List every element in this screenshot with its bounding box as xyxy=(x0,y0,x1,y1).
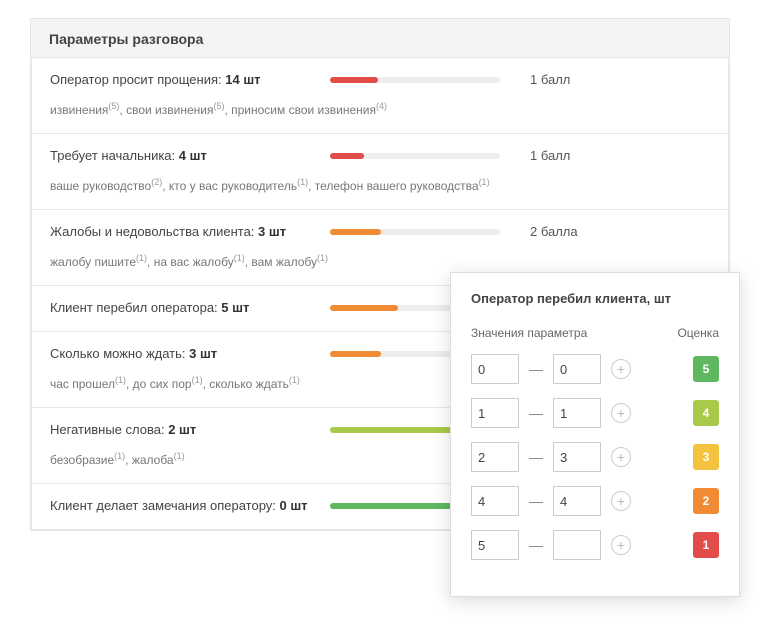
parameter-score: 1 балл xyxy=(530,148,570,163)
bar-fill xyxy=(330,351,381,357)
parameter-label: Требует начальника: 4 шт xyxy=(50,148,330,163)
range-dash: — xyxy=(529,493,543,509)
col-score-label: Оценка xyxy=(677,326,719,340)
detail-count: (1) xyxy=(289,375,300,385)
detail-term: , до сих пор xyxy=(126,377,192,391)
panel-title: Параметры разговора xyxy=(31,19,729,57)
score-row: — +5 xyxy=(471,354,719,384)
parameter-label: Негативные слова: 2 шт xyxy=(50,422,330,437)
range-from-input[interactable] xyxy=(471,442,519,472)
score-row: — +3 xyxy=(471,442,719,472)
range-dash: — xyxy=(529,449,543,465)
bar-fill xyxy=(330,229,381,235)
range-to-input[interactable] xyxy=(553,354,601,384)
detail-term: , кто у вас руководитель xyxy=(162,179,297,193)
score-row: — +1 xyxy=(471,530,719,560)
add-range-button[interactable]: + xyxy=(611,447,631,467)
detail-term: , вам жалобу xyxy=(245,255,317,269)
range-to-input[interactable] xyxy=(553,530,601,560)
range-dash: — xyxy=(529,361,543,377)
detail-count: (4) xyxy=(376,101,387,111)
popup-header: Значения параметра Оценка xyxy=(471,326,719,340)
detail-count: (1) xyxy=(192,375,203,385)
parameter-label: Жалобы и недовольства клиента: 3 шт xyxy=(50,224,330,239)
detail-term: , телефон вашего руководства xyxy=(308,179,478,193)
bar-fill xyxy=(330,77,378,83)
detail-count: (2) xyxy=(151,177,162,187)
score-row: — +2 xyxy=(471,486,719,516)
detail-term: , свои извинения xyxy=(119,103,213,117)
parameter-bar xyxy=(330,153,500,159)
range-to-input[interactable] xyxy=(553,486,601,516)
detail-count: (1) xyxy=(317,253,328,263)
parameter-count: 3 шт xyxy=(258,224,286,239)
detail-count: (1) xyxy=(479,177,490,187)
parameter-count: 2 шт xyxy=(168,422,196,437)
detail-term: ваше руководство xyxy=(50,179,151,193)
add-range-button[interactable]: + xyxy=(611,403,631,423)
detail-term: извинения xyxy=(50,103,108,117)
detail-count: (1) xyxy=(114,451,125,461)
parameter-label: Клиент делает замечания оператору: 0 шт xyxy=(50,498,330,513)
detail-count: (1) xyxy=(136,253,147,263)
parameter-score: 2 балла xyxy=(530,224,578,239)
parameter-details: жалобу пишите(1), на вас жалобу(1), вам … xyxy=(50,253,710,269)
col-values-label: Значения параметра xyxy=(471,326,587,340)
detail-term: , жалоба xyxy=(125,453,173,467)
score-badge: 2 xyxy=(693,488,719,514)
detail-term: , на вас жалобу xyxy=(147,255,234,269)
range-to-input[interactable] xyxy=(553,442,601,472)
detail-count: (1) xyxy=(115,375,126,385)
detail-count: (5) xyxy=(108,101,119,111)
parameter-label: Оператор просит прощения: 14 шт xyxy=(50,72,330,87)
parameter-count: 0 шт xyxy=(280,498,308,513)
add-range-button[interactable]: + xyxy=(611,359,631,379)
popup-title: Оператор перебил клиента, шт xyxy=(471,291,719,306)
range-dash: — xyxy=(529,537,543,553)
score-badge: 1 xyxy=(693,532,719,558)
bar-fill xyxy=(330,153,364,159)
detail-count: (1) xyxy=(174,451,185,461)
range-dash: — xyxy=(529,405,543,421)
parameter-bar xyxy=(330,77,500,83)
score-popup: Оператор перебил клиента, шт Значения па… xyxy=(450,272,740,597)
parameter-count: 5 шт xyxy=(221,300,249,315)
parameter-count: 14 шт xyxy=(225,72,260,87)
detail-term: , сколько ждать xyxy=(203,377,289,391)
parameter-count: 3 шт xyxy=(189,346,217,361)
range-from-input[interactable] xyxy=(471,530,519,560)
parameter-label: Клиент перебил оператора: 5 шт xyxy=(50,300,330,315)
detail-count: (1) xyxy=(297,177,308,187)
detail-term: жалобу пишите xyxy=(50,255,136,269)
range-from-input[interactable] xyxy=(471,398,519,428)
score-badge: 3 xyxy=(693,444,719,470)
parameter-count: 4 шт xyxy=(179,148,207,163)
parameter-details: ваше руководство(2), кто у вас руководит… xyxy=(50,177,710,193)
parameter-card: Оператор просит прощения: 14 шт 1 балл изв… xyxy=(31,57,729,134)
parameter-details: извинения(5), свои извинения(5), приноси… xyxy=(50,101,710,117)
range-from-input[interactable] xyxy=(471,354,519,384)
score-row: — +4 xyxy=(471,398,719,428)
detail-term: , приносим свои извинения xyxy=(224,103,376,117)
parameter-score: 1 балл xyxy=(530,72,570,87)
detail-term: безобразие xyxy=(50,453,114,467)
parameter-label: Сколько можно ждать: 3 шт xyxy=(50,346,330,361)
detail-count: (5) xyxy=(213,101,224,111)
score-badge: 5 xyxy=(693,356,719,382)
detail-count: (1) xyxy=(234,253,245,263)
parameter-bar xyxy=(330,229,500,235)
detail-term: час прошел xyxy=(50,377,115,391)
score-badge: 4 xyxy=(693,400,719,426)
range-to-input[interactable] xyxy=(553,398,601,428)
add-range-button[interactable]: + xyxy=(611,491,631,511)
parameter-card: Требует начальника: 4 шт 1 балл ваше руков… xyxy=(31,134,729,210)
range-from-input[interactable] xyxy=(471,486,519,516)
add-range-button[interactable]: + xyxy=(611,535,631,555)
bar-fill xyxy=(330,305,398,311)
